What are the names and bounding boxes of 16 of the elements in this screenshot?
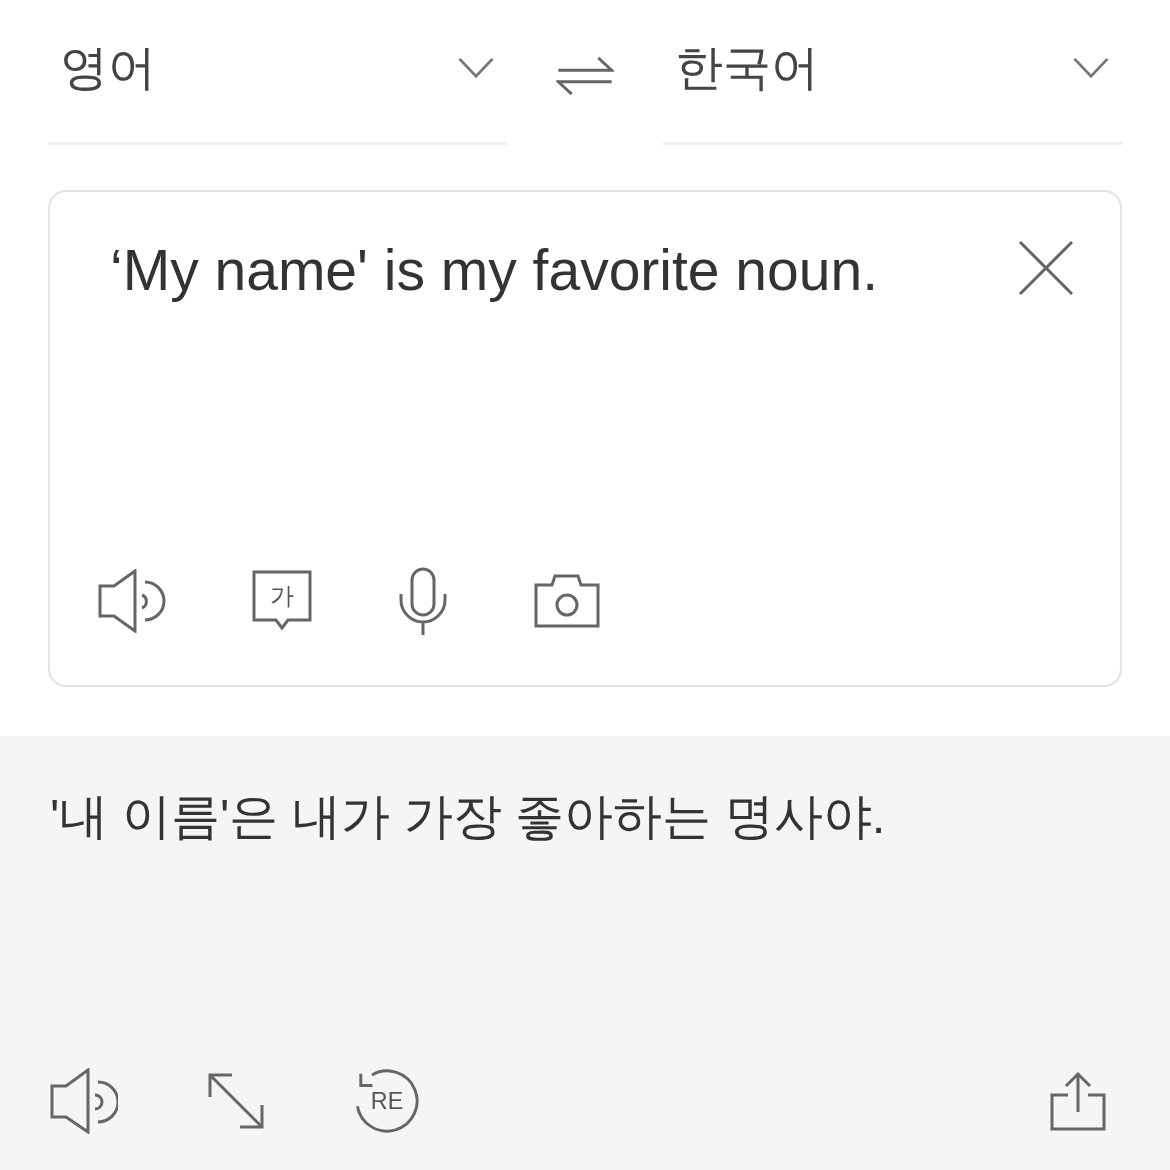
speaker-icon[interactable] [50, 1068, 118, 1134]
close-icon[interactable] [1018, 240, 1074, 296]
microphone-icon[interactable] [398, 567, 448, 635]
speaker-icon[interactable] [98, 569, 166, 633]
text-input-field[interactable]: ‘My name' is my favorite noun. 가 [48, 190, 1122, 687]
source-text: ‘My name' is my favorite noun. [109, 240, 878, 300]
chevron-down-icon [457, 57, 495, 79]
swap-arrows-icon[interactable] [556, 55, 614, 96]
translated-text: '내 이름'은 내가 가장 좋아하는 명사야. [50, 788, 887, 845]
share-icon[interactable] [1050, 1071, 1106, 1131]
speech-bubble-icon[interactable]: 가 [252, 570, 312, 632]
expand-arrows-icon[interactable] [206, 1071, 266, 1131]
chevron-down-icon [1072, 57, 1110, 79]
target-language-select[interactable]: 한국어 [663, 0, 1122, 145]
camera-icon[interactable] [534, 574, 600, 628]
source-language-select[interactable]: 영어 [48, 0, 507, 145]
